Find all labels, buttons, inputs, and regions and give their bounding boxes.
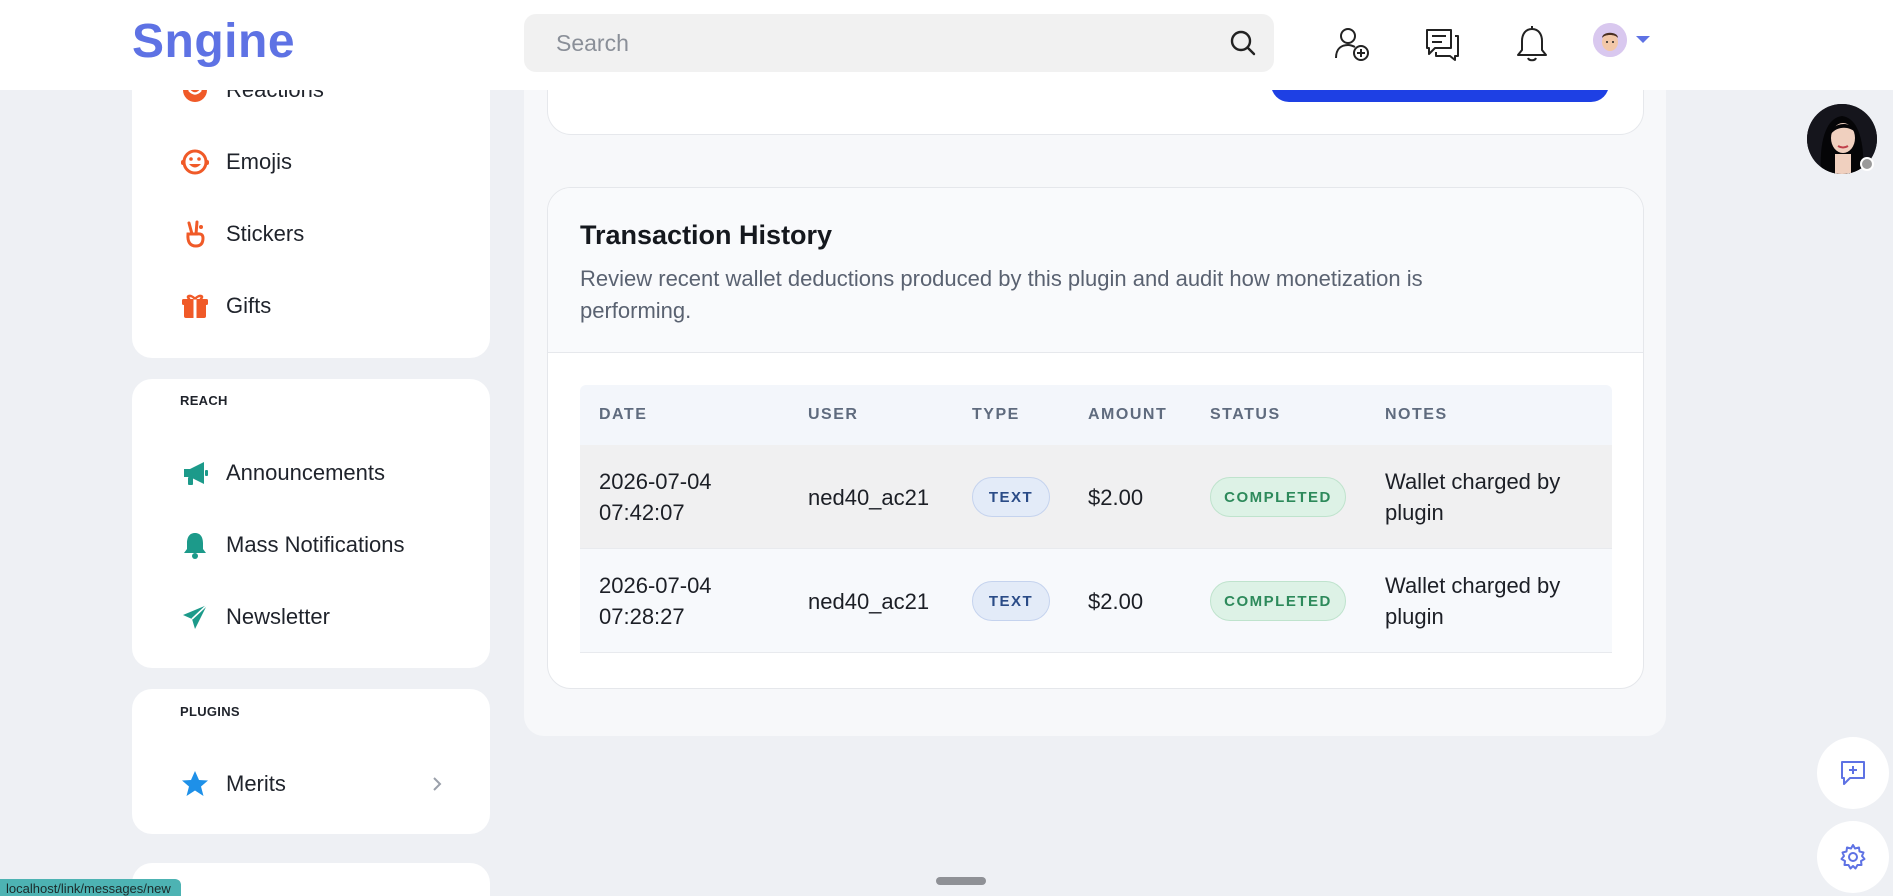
notes-line: plugin: [1385, 604, 1444, 629]
cell-user: ned40_ac21: [808, 589, 930, 614]
gifts-icon: [180, 291, 210, 321]
cell-date: 2026-07-04 07:42:07: [599, 466, 712, 528]
transactions-table: DATE USER TYPE AMOUNT STATUS NOTES 2026-…: [580, 385, 1612, 653]
status-badge: COMPLETED: [1210, 477, 1346, 517]
sidebar-item-emojis[interactable]: Emojis: [180, 142, 292, 182]
sidebar-item-label: Newsletter: [226, 604, 330, 629]
sidebar-item-label: Merits: [226, 771, 286, 796]
emojis-icon: [180, 147, 210, 177]
cell-amount: $2.00: [1088, 589, 1144, 614]
sidebar-card-reach: REACH Announcements Mass Notifications N…: [132, 379, 490, 668]
cell-amount: $2.00: [1088, 485, 1144, 510]
star-icon: [180, 769, 210, 799]
presence-dot: [1860, 157, 1874, 171]
cell-notes: Wallet charged by plugin: [1385, 570, 1560, 632]
sidebar-item-gifts[interactable]: Gifts: [180, 286, 271, 326]
stickers-icon: [180, 219, 210, 249]
column-header-type: TYPE: [972, 406, 1020, 423]
column-header-date: DATE: [599, 406, 648, 423]
table-row[interactable]: 2026-07-04 07:28:27 ned40_ac21 TEXT $2.0…: [580, 549, 1612, 653]
search-input[interactable]: [556, 28, 1196, 58]
sidebar-card-plugins: PLUGINS Merits: [132, 689, 490, 834]
scroll-handle[interactable]: [936, 877, 986, 885]
column-header-user: USER: [808, 406, 859, 423]
card-header: Transaction History Review recent wallet…: [548, 188, 1643, 353]
megaphone-icon: [180, 458, 210, 488]
sidebar-item-merits[interactable]: Merits: [180, 764, 460, 804]
sidebar-item-label: Mass Notifications: [226, 532, 405, 557]
notes-line: plugin: [1385, 500, 1444, 525]
sidebar-card-customization: Reactions Emojis Stickers Gifts: [132, 60, 490, 358]
date-line: 2026-07-04: [599, 469, 712, 494]
brand-logo[interactable]: Sngine: [132, 14, 295, 69]
cell-notes: Wallet charged by plugin: [1385, 466, 1560, 528]
chevron-down-icon[interactable]: [1636, 36, 1650, 43]
time-line: 07:42:07: [599, 500, 685, 525]
sidebar-item-stickers[interactable]: Stickers: [180, 214, 304, 254]
column-header-notes: NOTES: [1385, 406, 1448, 423]
add-friend-icon[interactable]: [1332, 24, 1372, 64]
search-bar[interactable]: [524, 14, 1274, 72]
notes-line: Wallet charged by: [1385, 469, 1561, 494]
cell-date: 2026-07-04 07:28:27: [599, 570, 712, 632]
search-icon[interactable]: [1228, 28, 1258, 58]
sidebar-item-announcements[interactable]: Announcements: [180, 453, 385, 493]
chat-plus-icon: [1841, 761, 1865, 785]
status-badge: COMPLETED: [1210, 581, 1346, 621]
sidebar-item-label: Stickers: [226, 221, 305, 246]
section-title-plugins: PLUGINS: [180, 704, 240, 719]
messages-icon[interactable]: [1422, 24, 1462, 64]
time-line: 07:28:27: [599, 604, 685, 629]
type-badge: TEXT: [972, 477, 1050, 517]
card-title: Transaction History: [580, 220, 833, 250]
notes-line: Wallet charged by: [1385, 573, 1561, 598]
bell-icon: [180, 530, 210, 560]
cell-user: ned40_ac21: [808, 485, 930, 510]
section-title-reach: REACH: [180, 393, 228, 408]
card-description: Review recent wallet deductions produced…: [580, 266, 1423, 323]
sidebar-item-newsletter[interactable]: Newsletter: [180, 597, 330, 637]
settings-button[interactable]: [1817, 821, 1889, 893]
top-navbar: Sngine: [0, 0, 1893, 90]
sidebar-item-label: Emojis: [226, 149, 293, 174]
column-header-status: STATUS: [1210, 406, 1281, 423]
type-badge: TEXT: [972, 581, 1050, 621]
transaction-history-card: Transaction History Review recent wallet…: [547, 187, 1644, 689]
notifications-icon[interactable]: [1512, 24, 1552, 64]
sidebar-card-next: S: [132, 863, 490, 896]
table-row[interactable]: 2026-07-04 07:42:07 ned40_ac21 TEXT $2.0…: [580, 445, 1612, 549]
gear-icon: [1840, 844, 1866, 870]
sidebar-item-label: Announcements: [226, 460, 385, 485]
paper-plane-icon: [180, 602, 210, 632]
sidebar-item-mass-notifications[interactable]: Mass Notifications: [180, 525, 405, 565]
column-header-amount: AMOUNT: [1088, 406, 1168, 423]
user-avatar[interactable]: [1593, 23, 1627, 57]
status-bar-url: localhost/link/messages/new: [0, 879, 181, 896]
date-line: 2026-07-04: [599, 573, 712, 598]
chevron-right-icon[interactable]: [430, 777, 444, 791]
sidebar-item-label: Gifts: [226, 293, 272, 318]
table-header: DATE USER TYPE AMOUNT STATUS NOTES: [580, 385, 1612, 445]
new-chat-button[interactable]: [1817, 737, 1889, 809]
